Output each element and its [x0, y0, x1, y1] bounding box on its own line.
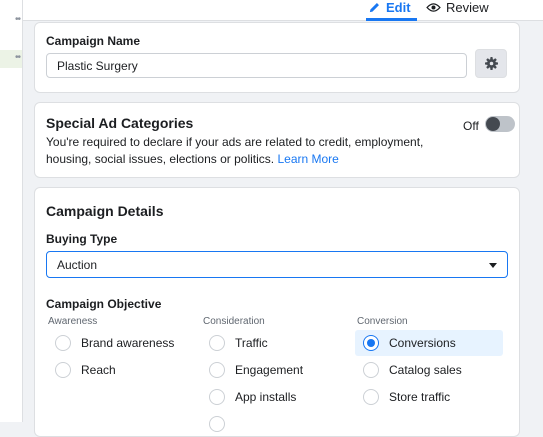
option-label: Traffic: [235, 336, 268, 350]
objective-option-store-traffic[interactable]: Store traffic: [355, 384, 503, 410]
awareness-label: Awareness: [48, 316, 98, 327]
campaign-name-card: Campaign Name Plastic Surgery: [34, 22, 520, 93]
campaign-name-input[interactable]: Plastic Surgery: [46, 53, 467, 78]
radio-button[interactable]: [363, 362, 379, 378]
radio-button[interactable]: [55, 335, 71, 351]
toggle-knob: [486, 117, 500, 131]
left-panel-strip: •• ••: [0, 0, 23, 422]
more-icon[interactable]: ••: [15, 52, 21, 63]
special-ad-categories-description: You're required to declare if your ads a…: [46, 134, 446, 168]
eye-icon: [426, 2, 441, 12]
option-label: Brand awareness: [81, 336, 175, 350]
consideration-label: Consideration: [203, 316, 265, 327]
campaign-name-label: Campaign Name: [46, 34, 141, 48]
adset-row[interactable]: ••: [0, 50, 22, 68]
option-label: Store traffic: [389, 390, 451, 404]
campaign-details-title: Campaign Details: [46, 203, 164, 219]
campaign-settings-button[interactable]: [475, 49, 507, 78]
option-label: Catalog sales: [389, 363, 462, 377]
objective-option-reach[interactable]: Reach: [47, 357, 187, 383]
option-label: App installs: [235, 390, 297, 404]
radio-button[interactable]: [209, 389, 225, 405]
objective-option-brand-awareness[interactable]: Brand awareness: [47, 330, 187, 356]
objective-option-engagement[interactable]: Engagement: [201, 357, 341, 383]
campaign-row[interactable]: ••: [0, 12, 22, 30]
conversion-label: Conversion: [357, 316, 408, 327]
option-label: Engagement: [235, 363, 304, 377]
objective-option-conversions[interactable]: Conversions: [355, 330, 503, 356]
special-ad-categories-title: Special Ad Categories: [46, 115, 194, 131]
learn-more-link[interactable]: Learn More: [277, 152, 338, 166]
dropdown-caret-icon: [489, 263, 497, 268]
objective-option-traffic[interactable]: Traffic: [201, 330, 341, 356]
more-icon[interactable]: ••: [15, 14, 21, 25]
objective-option-app-installs[interactable]: App installs: [201, 384, 341, 410]
special-ad-categories-card: Special Ad Categories You're required to…: [34, 102, 520, 178]
tab-review[interactable]: Review: [426, 0, 489, 17]
toggle-state-label: Off: [463, 119, 479, 133]
gear-icon: [484, 57, 498, 70]
buying-type-label: Buying Type: [46, 232, 118, 246]
radio-button-selected[interactable]: [363, 335, 379, 351]
radio-button[interactable]: [363, 389, 379, 405]
active-tab-indicator: [366, 18, 417, 21]
buying-type-select[interactable]: Auction: [46, 251, 508, 278]
tab-review-label: Review: [446, 0, 489, 15]
objective-option-next[interactable]: [201, 411, 341, 437]
campaign-name-value: Plastic Surgery: [57, 58, 138, 73]
tab-edit[interactable]: Edit: [366, 0, 417, 21]
special-ad-categories-toggle[interactable]: [485, 116, 515, 132]
radio-button[interactable]: [209, 362, 225, 378]
campaign-details-card: Campaign Details Buying Type Auction Cam…: [34, 187, 520, 437]
special-ad-categories-text: You're required to declare if your ads a…: [46, 135, 424, 166]
option-label: Reach: [81, 363, 116, 377]
radio-button[interactable]: [55, 362, 71, 378]
pencil-icon: [369, 2, 379, 12]
edit-review-tabs: Edit Review: [23, 0, 543, 21]
campaign-objective-label: Campaign Objective: [46, 297, 162, 311]
tab-edit-label: Edit: [386, 0, 411, 15]
option-label: Conversions: [389, 336, 456, 350]
radio-button[interactable]: [209, 335, 225, 351]
objective-option-catalog-sales[interactable]: Catalog sales: [355, 357, 503, 383]
buying-type-value: Auction: [57, 257, 98, 272]
radio-button[interactable]: [209, 416, 225, 432]
